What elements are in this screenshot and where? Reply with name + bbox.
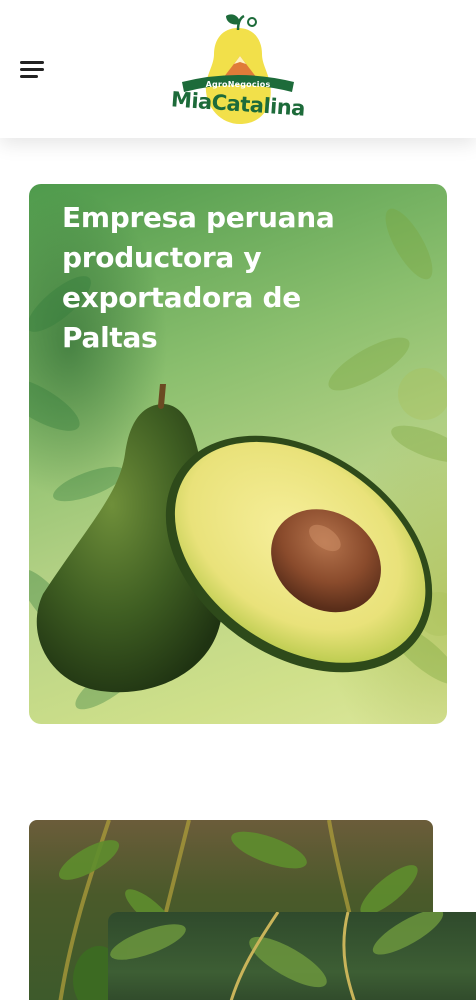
avocado-orchard-image <box>110 912 444 1000</box>
hero-title: Empresa peruana productora y exportadora… <box>62 201 335 354</box>
hamburger-menu-icon[interactable] <box>20 60 46 80</box>
brand-logo[interactable]: AgroNegocios MiaCatalina <box>168 10 308 128</box>
avocados-image <box>36 384 433 693</box>
orchard-image-card-secondary <box>108 912 476 1000</box>
site-header: AgroNegocios MiaCatalina <box>0 0 476 138</box>
hero-banner: Empresa peruana productora y exportadora… <box>29 184 447 724</box>
